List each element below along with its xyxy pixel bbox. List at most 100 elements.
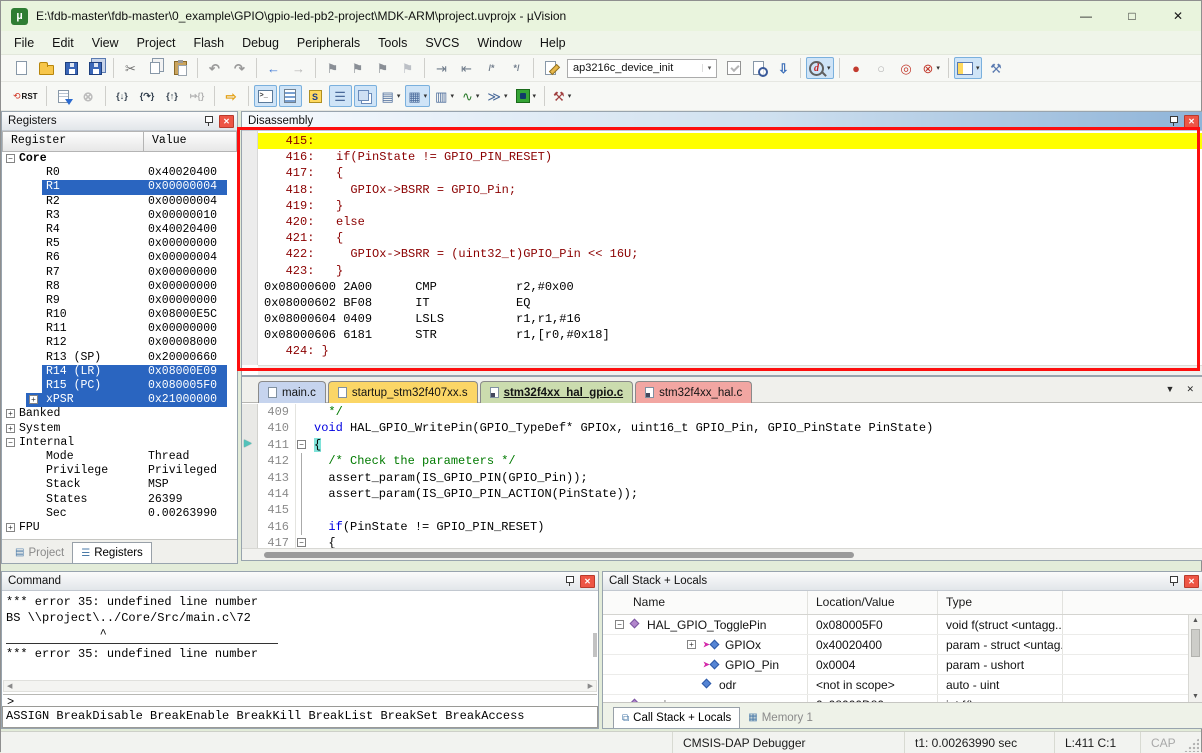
step-over-icon[interactable]: {↷} — [136, 85, 159, 107]
fold-toggle[interactable]: − — [297, 538, 306, 547]
expand-toggle[interactable]: − — [6, 154, 15, 163]
run-icon[interactable]: ⇨ — [220, 85, 243, 107]
name-column-label[interactable]: Name — [603, 591, 808, 614]
tab-registers[interactable]: ☰Registers — [72, 542, 152, 563]
callstack-vscrollbar[interactable]: ▲ ▼ — [1188, 615, 1202, 702]
menu-item-edit[interactable]: Edit — [43, 31, 83, 54]
close-icon[interactable]: ✕ — [1184, 575, 1199, 588]
register-row[interactable]: R50x00000000 — [2, 237, 237, 251]
type-column-label[interactable]: Type — [938, 591, 1063, 614]
save-icon[interactable] — [60, 57, 83, 79]
register-row[interactable]: +FPU — [2, 521, 237, 535]
symbols-window-icon[interactable]: S — [304, 85, 327, 107]
redo-icon[interactable]: ↷ — [228, 57, 251, 79]
chevron-down-icon[interactable]: ▾ — [424, 92, 428, 100]
disassembly-margin[interactable] — [242, 131, 258, 365]
reset-cpu-icon[interactable]: ⟲RST — [10, 85, 41, 107]
close-icon[interactable]: ✕ — [580, 575, 595, 588]
disassembly-window-icon[interactable] — [279, 85, 302, 107]
registers-window-icon[interactable]: ☰ — [329, 85, 352, 107]
register-row[interactable]: R120x00008000 — [2, 336, 237, 350]
register-row[interactable]: R80x00000000 — [2, 280, 237, 294]
chevron-down-icon[interactable]: ▾ — [533, 92, 537, 100]
register-row[interactable]: StackMSP — [2, 478, 237, 492]
chevron-down-icon[interactable]: ▾ — [936, 64, 940, 72]
open-file-icon[interactable] — [35, 57, 58, 79]
menu-item-window[interactable]: Window — [468, 31, 530, 54]
register-row[interactable]: PrivilegePrivileged — [2, 464, 237, 478]
register-row[interactable]: +Banked — [2, 407, 237, 421]
expand-toggle[interactable]: − — [6, 438, 15, 447]
tab-stm32f4xx_hal.c[interactable]: stm32f4xx_hal.c — [635, 381, 752, 403]
run-to-cursor-icon[interactable]: ↦{} — [186, 85, 209, 107]
register-row[interactable]: R110x00000000 — [2, 322, 237, 336]
insert-breakpoint-icon[interactable]: ● — [845, 57, 868, 79]
register-row[interactable]: +xPSR0x21000000 — [2, 393, 237, 407]
register-row[interactable]: R40x40020400 — [2, 223, 237, 237]
tab-stm32f4xx_hal_gpio.c[interactable]: stm32f4xx_hal_gpio.c — [480, 381, 634, 403]
chevron-down-icon[interactable]: ▾ — [568, 92, 572, 100]
toolbox-icon[interactable]: ⚒▾ — [550, 85, 574, 107]
register-row[interactable]: −Internal — [2, 436, 237, 450]
breakpoint-margin[interactable] — [242, 420, 258, 436]
bookmark-next-icon[interactable]: ⚑ — [371, 57, 394, 79]
step-into-icon[interactable]: {↓} — [111, 85, 134, 107]
start-stop-debug-icon[interactable]: d▾ — [806, 57, 834, 79]
fold-margin[interactable]: − — [295, 535, 308, 548]
command-window-icon[interactable]: >_ — [254, 85, 277, 107]
breakpoint-margin[interactable] — [242, 519, 258, 535]
callstack-window-icon[interactable] — [354, 85, 377, 107]
chevron-down-icon[interactable]: ▾ — [450, 92, 454, 100]
bookmark-clear-all-icon[interactable]: ⚑ — [396, 57, 419, 79]
disable-all-breakpoints-icon[interactable]: ◎ — [895, 57, 918, 79]
register-row[interactable]: R00x40020400 — [2, 166, 237, 180]
chevron-down-icon[interactable]: ▾ — [976, 64, 980, 72]
menu-item-svcs[interactable]: SVCS — [416, 31, 468, 54]
register-row[interactable]: R90x00000000 — [2, 294, 237, 308]
register-row[interactable]: −Core — [2, 152, 237, 166]
breakpoint-margin[interactable] — [242, 486, 258, 502]
indent-left-icon[interactable]: ⇤ — [455, 57, 478, 79]
navigate-forward-icon[interactable]: → — [287, 57, 310, 79]
callstack-row[interactable]: main0x08000D80int f() — [603, 695, 1188, 702]
breakpoint-margin[interactable] — [242, 453, 258, 469]
close-icon[interactable]: ✕ — [219, 115, 234, 128]
callstack-row[interactable]: odr<not in scope>auto - uint — [603, 675, 1188, 695]
fold-toggle[interactable]: − — [297, 440, 306, 449]
breakpoint-margin[interactable] — [242, 404, 258, 420]
tab-startup_stm32f407xx.s[interactable]: startup_stm32f407xx.s — [328, 381, 478, 403]
step-out-icon[interactable]: {↑} — [161, 85, 184, 107]
expand-toggle[interactable]: + — [29, 395, 38, 404]
chevron-down-icon[interactable]: ▾ — [397, 92, 401, 100]
scroll-right-icon[interactable]: ▶ — [588, 682, 593, 690]
register-row[interactable]: R15 (PC)0x080005F0 — [2, 379, 237, 393]
breakpoint-margin[interactable] — [242, 535, 258, 548]
menu-item-help[interactable]: Help — [531, 31, 575, 54]
scroll-thumb[interactable] — [264, 552, 854, 558]
command-vscrollbar[interactable] — [593, 591, 597, 679]
paste-icon[interactable] — [169, 57, 192, 79]
breakpoint-margin[interactable] — [242, 502, 258, 518]
disable-breakpoint-icon[interactable]: ○ — [870, 57, 893, 79]
value-column-label[interactable]: Value — [144, 131, 237, 152]
chevron-down-icon[interactable]: ▾ — [827, 64, 831, 72]
system-viewer-icon[interactable]: ▾ — [513, 85, 540, 107]
kill-all-breakpoints-icon[interactable]: ⊗▾ — [920, 57, 943, 79]
copy-icon[interactable] — [144, 57, 167, 79]
indent-right-icon[interactable]: ⇥ — [430, 57, 453, 79]
callstack-row[interactable]: +➤GPIOx0x40020400param - struct <untag..… — [603, 635, 1188, 655]
breakpoint-margin[interactable] — [242, 470, 258, 486]
register-row[interactable]: ModeThread — [2, 450, 237, 464]
uncomment-selection-icon[interactable]: */ — [505, 57, 528, 79]
fold-margin[interactable]: − — [295, 437, 308, 453]
expand-toggle[interactable]: + — [6, 523, 15, 532]
memory-window-icon[interactable]: ▦▾ — [405, 85, 430, 107]
register-row[interactable]: R70x00000000 — [2, 266, 237, 280]
watch-window-icon[interactable]: ▤▾ — [379, 85, 404, 107]
expand-toggle[interactable]: + — [6, 424, 15, 433]
close-icon[interactable]: ✕ — [1184, 115, 1199, 128]
register-column-label[interactable]: Register — [2, 131, 144, 152]
tab-call-stack-locals[interactable]: ⧉Call Stack + Locals — [613, 707, 740, 728]
menu-item-file[interactable]: File — [5, 31, 43, 54]
register-row[interactable]: R14 (LR)0x08000E09 — [2, 365, 237, 379]
